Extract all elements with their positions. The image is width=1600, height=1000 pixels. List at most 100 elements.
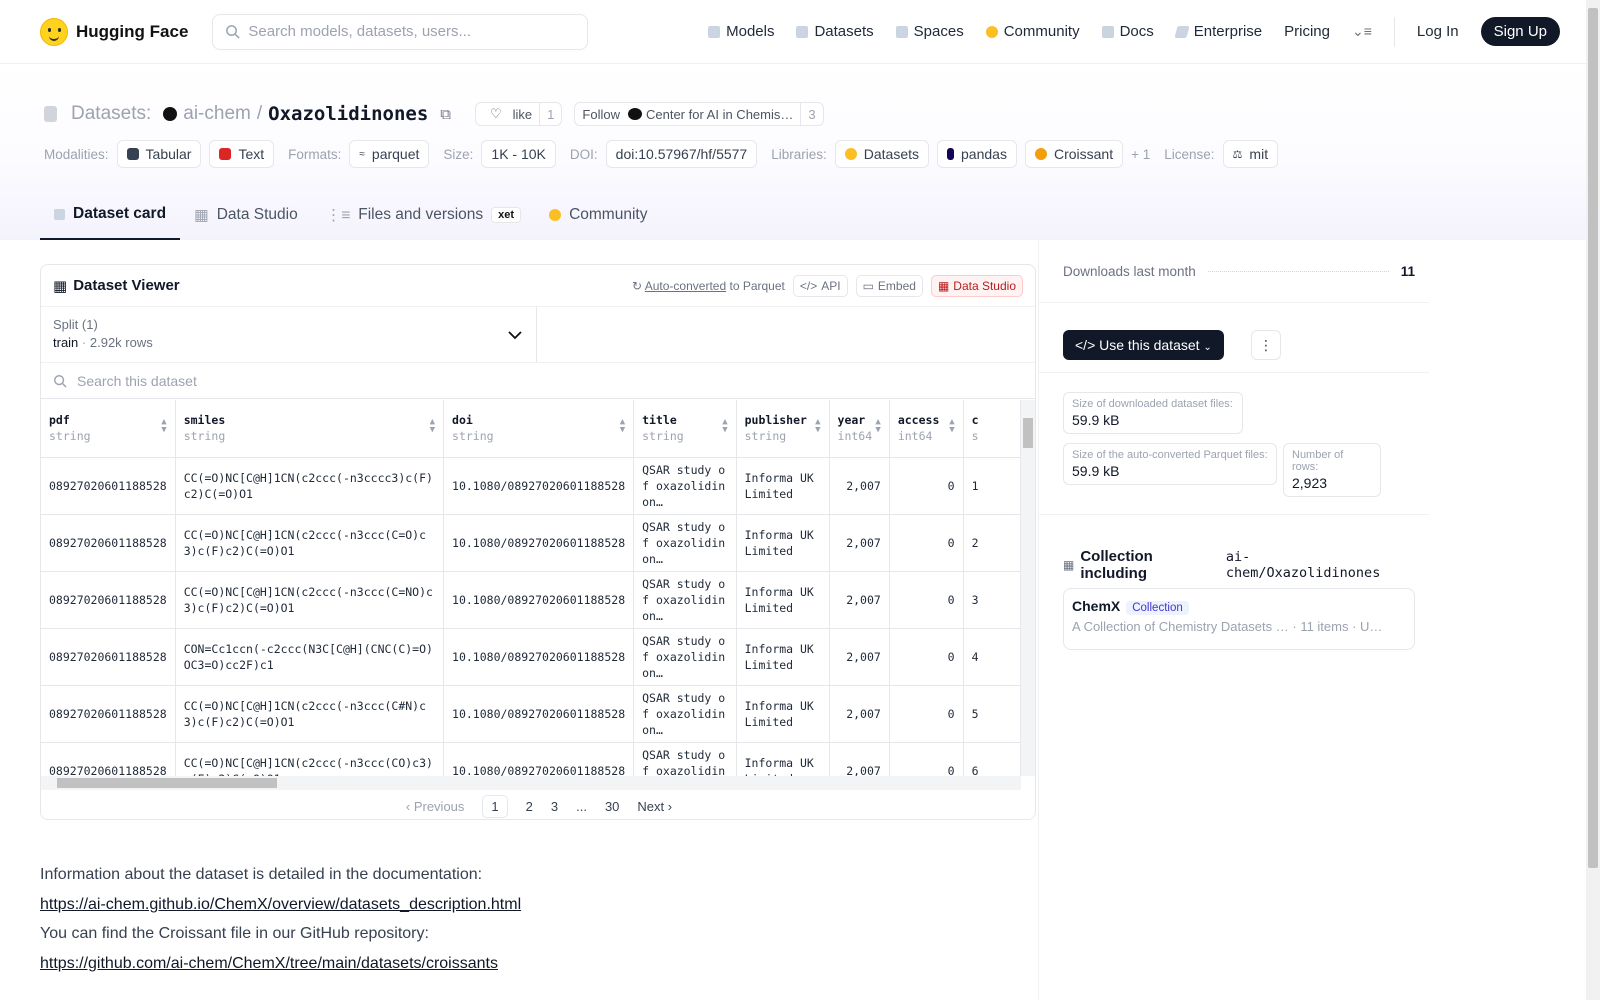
libraries-more[interactable]: + 1 <box>1131 147 1150 162</box>
column-header-pdf[interactable]: pdf string ▲ ▼ <box>41 400 176 458</box>
table-cell: 10.1080/08927020601188528 <box>443 514 635 572</box>
format-tag[interactable]: ≈ parquet <box>349 140 430 168</box>
models-icon <box>708 25 721 38</box>
page-30-button[interactable]: 30 <box>605 799 619 814</box>
collection-card[interactable]: ChemX Collection A Collection of Chemistr… <box>1063 588 1415 650</box>
table-cell: CC(=O)NC[C@H]1CN(c2ccc(-n3ccc(CO)c3)c(F)… <box>175 742 445 776</box>
horizontal-scroll-thumb[interactable] <box>57 778 277 788</box>
sort-icon[interactable]: ▲ ▼ <box>815 418 820 435</box>
croissant-repo-link[interactable]: https://github.com/ai-chem/ChemX/tree/ma… <box>40 949 521 979</box>
documentation-link[interactable]: https://ai-chem.github.io/ChemX/overview… <box>40 890 521 920</box>
like-button[interactable]: ♡ like 1 <box>475 102 563 126</box>
sort-icon[interactable]: ▲ ▼ <box>949 418 954 435</box>
api-button[interactable]: </> API <box>792 274 848 297</box>
column-header-smiles[interactable]: smiles string ▲ ▼ <box>175 400 445 458</box>
next-page-button[interactable]: Next › <box>637 799 672 814</box>
nav-models[interactable]: Models <box>708 23 774 40</box>
page-1-button[interactable]: 1 <box>482 794 508 818</box>
enterprise-icon <box>1174 25 1190 38</box>
table-cell: QSAR study of oxazolidinon… <box>633 685 737 743</box>
copy-icon[interactable]: ⧉ <box>440 106 451 123</box>
tab-dataset-card[interactable]: Dataset card <box>40 190 181 240</box>
search-icon <box>226 25 240 39</box>
table-row[interactable]: 08927020601188528 CC(=O)NC[C@H]1CN(c2ccc(… <box>41 571 1021 629</box>
datasets-breadcrumb[interactable]: Datasets: <box>71 103 151 125</box>
dataset-viewer: ▦ Dataset Viewer ↻ Auto-converted to Parq… <box>40 264 1036 820</box>
page-scroll-thumb[interactable] <box>1588 8 1598 868</box>
modality-tabular-tag[interactable]: Tabular <box>116 140 202 168</box>
use-this-dataset-label: Use this dataset <box>1099 337 1200 353</box>
nav-more-menu[interactable]: ⌄≡ <box>1352 23 1372 40</box>
nav-datasets[interactable]: Datasets <box>796 23 874 40</box>
library-croissant-tag[interactable]: Croissant <box>1024 140 1124 168</box>
nav-docs[interactable]: Docs <box>1101 23 1154 40</box>
column-type: string <box>452 429 494 444</box>
library-pandas-tag[interactable]: pandas <box>937 140 1017 168</box>
use-this-dataset-button[interactable]: </> Use this dataset ⌄ <box>1063 330 1224 360</box>
sort-icon[interactable]: ▲ ▼ <box>620 418 625 435</box>
follow-button[interactable]: Follow Center for AI in Chemis… 3 <box>574 102 824 126</box>
column-header-access[interactable]: access int64 ▲ ▼ <box>889 400 964 458</box>
column-header-publisher[interactable]: publisher string ▲ ▼ <box>736 400 830 458</box>
sort-icon[interactable]: ▲ ▼ <box>161 418 166 435</box>
auto-converted-rest: to Parquet <box>729 278 785 293</box>
table-cell: Informa UK Limited <box>736 571 830 629</box>
doi-tag[interactable]: doi:10.57967/hf/5577 <box>605 140 758 168</box>
sort-icon[interactable]: ▲ ▼ <box>875 418 880 435</box>
split-rows: 2.92k rows <box>89 335 153 350</box>
login-link[interactable]: Log In <box>1417 23 1459 40</box>
like-count: 1 <box>539 103 561 125</box>
sort-icon[interactable]: ▲ ▼ <box>430 418 435 435</box>
data-studio-button[interactable]: ▦ Data Studio <box>930 274 1023 297</box>
table-row[interactable]: 08927020601188528 CC(=O)NC[C@H]1CN(c2ccc(… <box>41 742 1021 776</box>
table-row[interactable]: 08927020601188528 CC(=O)NC[C@H]1CN(c2ccc(… <box>41 514 1021 572</box>
column-header-title[interactable]: title string ▲ ▼ <box>633 400 737 458</box>
auto-converted-link[interactable]: Auto-converted <box>645 279 726 293</box>
tab-data-studio[interactable]: ▦ Data Studio <box>180 190 312 240</box>
table-row[interactable]: 08927020601188528 CC(=O)NC[C@H]1CN(c2ccc(… <box>41 685 1021 743</box>
size-tag[interactable]: 1K - 10K <box>481 140 556 168</box>
vertical-scroll-thumb[interactable] <box>1023 418 1033 448</box>
table-icon: ▦ <box>53 277 68 295</box>
table-cell: QSAR study of oxazolidinon… <box>633 457 737 515</box>
modality-text-tag[interactable]: Text <box>209 140 275 168</box>
column-header-doi[interactable]: doi string ▲ ▼ <box>443 400 635 458</box>
nav-community[interactable]: Community <box>985 23 1080 40</box>
column-type: int64 <box>837 429 873 444</box>
brand-logo[interactable]: Hugging Face <box>40 17 188 46</box>
page-scrollbar[interactable] <box>1586 0 1600 1000</box>
org-link[interactable]: ai-chem <box>183 103 251 125</box>
library-datasets-tag[interactable]: Datasets <box>834 140 930 168</box>
tab-files-and-versions[interactable]: ⋮≡ Files and versions xet <box>312 190 535 240</box>
grid-icon: ▦ <box>194 206 209 224</box>
row-count-value: 2,923 <box>1292 475 1328 491</box>
library-pandas: pandas <box>961 146 1007 162</box>
parquet-size-value: 59.9 kB <box>1072 463 1120 479</box>
row-count-stat: Number of rows: 2,923 <box>1283 443 1381 497</box>
nav-enterprise[interactable]: Enterprise <box>1174 23 1262 40</box>
nav-spaces[interactable]: Spaces <box>895 23 964 40</box>
table-row[interactable]: 08927020601188528 CC(=O)NC[C@H]1CN(c2ccc(… <box>41 457 1021 515</box>
embed-button[interactable]: ▭ Embed <box>855 274 923 297</box>
column-header-year[interactable]: year int64 ▲ ▼ <box>829 400 890 458</box>
column-header-c[interactable]: cs <box>963 400 1021 458</box>
table-cell: 08927020601188528 <box>41 685 176 743</box>
nav-pricing[interactable]: Pricing <box>1284 23 1330 40</box>
page-3-button[interactable]: 3 <box>551 799 558 814</box>
collection-updated: U… <box>1360 619 1383 634</box>
more-options-button[interactable]: ⋮ <box>1251 330 1281 360</box>
table-vertical-scrollbar[interactable] <box>1021 400 1035 776</box>
table-horizontal-scrollbar[interactable] <box>41 776 1021 790</box>
split-selector[interactable]: Split (1) train · 2.92k rows <box>41 307 537 362</box>
previous-page-button[interactable]: ‹ Previous <box>406 799 465 814</box>
global-search-input[interactable]: Search models, datasets, users... <box>212 13 589 50</box>
license-tag[interactable]: ⚖ mit <box>1222 140 1279 168</box>
dataset-search-input[interactable]: Search this dataset <box>41 363 1035 399</box>
table-cell: CC(=O)NC[C@H]1CN(c2ccc(-n3ccc(C=O)c3)c(F… <box>175 514 445 572</box>
page-2-button[interactable]: 2 <box>526 799 533 814</box>
tab-community[interactable]: Community <box>535 190 661 240</box>
sort-icon[interactable]: ▲ ▼ <box>722 418 727 435</box>
signup-button[interactable]: Sign Up <box>1480 17 1560 46</box>
card-icon <box>54 208 65 220</box>
table-row[interactable]: 08927020601188528 CON=Cc1ccn(-c2ccc(N3C[C… <box>41 628 1021 686</box>
